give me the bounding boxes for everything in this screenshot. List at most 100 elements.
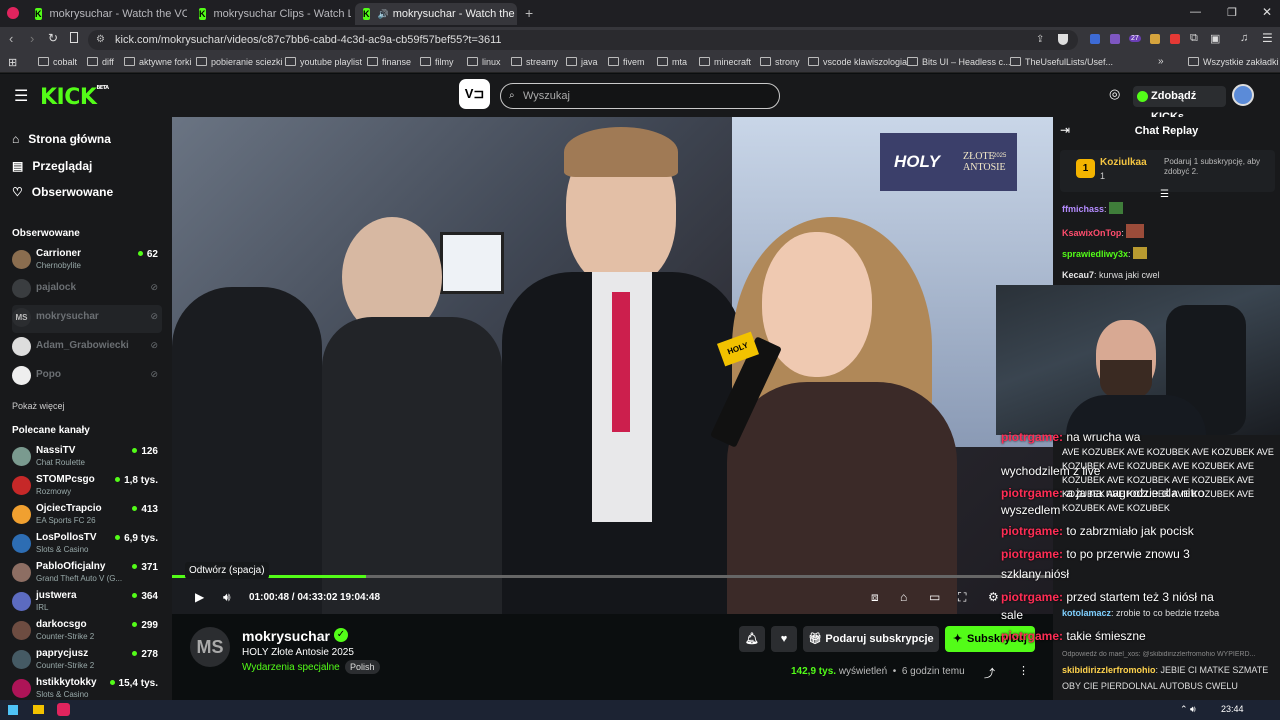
nav-browse[interactable]: ▤ Przeglądaj: [12, 159, 92, 173]
bookmark-item[interactable]: youtube playlist: [285, 57, 362, 67]
explorer-icon[interactable]: [33, 705, 44, 714]
search-input[interactable]: ⌕ Wyszukaj: [500, 83, 780, 109]
close-window-icon[interactable]: ✕: [1262, 5, 1272, 19]
bookmark-item[interactable]: fivem: [608, 57, 645, 67]
bookmark-item[interactable]: strony: [760, 57, 800, 67]
share-icon[interactable]: ⤴: [984, 665, 995, 681]
recommended-channel[interactable]: LosPollosTV Slots & Casino 6,9 tys.: [12, 531, 162, 559]
more-bookmarks-icon[interactable]: »: [1158, 56, 1164, 67]
bookmark-item[interactable]: vscode klawiszologia: [808, 57, 907, 67]
settings-icon[interactable]: ⚙: [988, 590, 999, 604]
url-field[interactable]: ⚙ kick.com/mokrysuchar/videos/c87c7bb6-c…: [88, 30, 1078, 50]
site-settings-icon[interactable]: ⚙: [96, 30, 105, 50]
avatar[interactable]: [1232, 84, 1254, 106]
bookmark-item[interactable]: java: [566, 57, 598, 67]
clip-icon[interactable]: ⧈: [871, 590, 879, 605]
reload-icon[interactable]: ↻: [48, 31, 58, 45]
extension-icon[interactable]: [1170, 34, 1180, 44]
follow-button[interactable]: ♥: [771, 626, 797, 652]
tray-icons[interactable]: ⌃ 🔊︎: [1180, 704, 1196, 715]
all-bookmarks[interactable]: Wszystkie zakładki: [1188, 57, 1279, 67]
bookmark-item[interactable]: Bits UI – Headless c...: [907, 57, 1011, 67]
chat-username[interactable]: kotolamacz: [1062, 608, 1111, 618]
notifications-icon[interactable]: ◎: [1109, 86, 1120, 102]
browser-tab-2[interactable]: K mokrysuchar Clips - Watch Live on Ki: [191, 3, 351, 25]
browser-menu-icon[interactable]: ☰: [1262, 31, 1273, 45]
followed-channel-selected[interactable]: MS mokrysuchar ⊘: [12, 305, 162, 333]
bookmark-page-icon[interactable]: [70, 32, 78, 43]
play-icon[interactable]: ▶: [195, 590, 204, 604]
chat-username[interactable]: sprawiedliwy3x: [1062, 249, 1128, 259]
bookmark-item[interactable]: filmy: [420, 57, 454, 67]
extension-badge[interactable]: 27: [1129, 35, 1141, 42]
start-icon[interactable]: [8, 705, 18, 715]
channel-name[interactable]: mokrysuchar: [242, 628, 330, 644]
bookmark-item[interactable]: aktywne forki: [124, 57, 192, 67]
extension-icon[interactable]: [1150, 34, 1160, 44]
minimize-icon[interactable]: —: [1190, 6, 1201, 18]
chat-username[interactable]: KsawixOnTop: [1062, 228, 1121, 238]
chat-message[interactable]: ffmichass:: [1062, 202, 1124, 214]
sidebar-icon[interactable]: ▣: [1210, 32, 1220, 45]
recommended-channel[interactable]: PabloOficjalny Grand Theft Auto V (G... 37…: [12, 560, 162, 588]
recommended-channel[interactable]: STOMPcsgo Rozmowy 1,8 tys.: [12, 473, 162, 501]
bookmark-item[interactable]: minecraft: [699, 57, 751, 67]
video-category[interactable]: Wydarzenia specjalne: [242, 662, 340, 673]
recommended-channel[interactable]: paprycjusz Counter-Strike 2 278: [12, 647, 162, 675]
browser-menu-icon[interactable]: [7, 7, 19, 19]
vod-icon[interactable]: V⊐: [459, 79, 490, 109]
bookmark-item[interactable]: mta: [657, 57, 687, 67]
chat-message[interactable]: skibidirizzlerfromohio: JEBIE CI MATKE S…: [1062, 665, 1268, 675]
followed-channel[interactable]: pajalock ⊘: [12, 276, 162, 304]
bookmark-item[interactable]: streamy: [511, 57, 558, 67]
recommended-channel[interactable]: NassiTV Chat Roulette 126: [12, 444, 162, 472]
chat-message[interactable]: sprawiedliwy3x:: [1062, 247, 1148, 259]
get-kicks-button[interactable]: Zdobądź KICKs: [1133, 86, 1226, 123]
more-options-icon[interactable]: ⋮: [1018, 664, 1029, 677]
kick-logo[interactable]: KICKBETA: [40, 85, 109, 110]
bookmark-item[interactable]: pobieranie sciezki: [196, 57, 283, 67]
back-icon[interactable]: ‹: [9, 31, 13, 46]
volume-icon[interactable]: 🔊︎: [223, 590, 231, 605]
followed-channel[interactable]: Carrioner Chernobylite 62: [12, 247, 162, 275]
chat-message[interactable]: kotolamacz: zrobie to co bedzie trzeba: [1062, 608, 1219, 618]
notifications-button[interactable]: 🔔︎: [739, 626, 765, 652]
chat-filter-icon[interactable]: ☰: [1160, 189, 1169, 200]
restore-icon[interactable]: ❐: [1227, 6, 1237, 19]
menu-icon[interactable]: ☰: [14, 86, 28, 106]
chat-message[interactable]: Kecau7: kurwa jaki cwel: [1062, 270, 1160, 280]
browser-tab-3[interactable]: K 🔊 mokrysuchar - Watch the VO ✕: [355, 3, 517, 25]
chat-message[interactable]: KsawixOnTop:: [1062, 224, 1145, 238]
extensions-icon[interactable]: ⧉: [1190, 32, 1198, 45]
bookmark-item[interactable]: cobalt: [38, 57, 77, 67]
media-icon[interactable]: ♫: [1240, 32, 1248, 44]
channel-avatar-large[interactable]: MS: [190, 627, 230, 667]
top-gifter-card[interactable]: 1 Koziulkaa 1 Podaruj 1 subskrypcję, aby…: [1060, 150, 1275, 192]
theater-mode-icon[interactable]: ⌂: [900, 590, 907, 604]
audio-icon[interactable]: 🔊: [378, 9, 389, 20]
browser-tab-1[interactable]: K mokrysuchar - Watch the VOD on Ki: [27, 3, 187, 25]
bookmark-item[interactable]: TheUsefulLists/Usef...: [1010, 57, 1113, 67]
bookmark-item[interactable]: finanse: [367, 57, 411, 67]
recommended-channel[interactable]: justwera IRL 364: [12, 589, 162, 617]
extension-icon[interactable]: [1090, 34, 1100, 44]
mini-player-icon[interactable]: ▭: [929, 590, 940, 604]
fullscreen-icon[interactable]: ⛶: [958, 590, 966, 605]
shield-icon[interactable]: [1058, 34, 1068, 45]
apps-icon[interactable]: ⊞: [8, 56, 17, 69]
new-tab-icon[interactable]: +: [525, 5, 533, 21]
share-icon[interactable]: ⇪: [1036, 30, 1044, 50]
browser-taskbar-icon[interactable]: [57, 703, 70, 716]
show-more-link[interactable]: Pokaż więcej: [12, 401, 65, 411]
chat-username[interactable]: skibidirizzlerfromohio: [1062, 665, 1156, 675]
language-tag[interactable]: Polish: [345, 660, 380, 674]
followed-channel[interactable]: Popo ⊘: [12, 363, 162, 391]
recommended-channel[interactable]: darkocsgo Counter-Strike 2 299: [12, 618, 162, 646]
nav-home[interactable]: ⌂ Strona główna: [12, 132, 111, 146]
nav-following[interactable]: ♡ Obserwowane: [12, 185, 113, 199]
chat-username[interactable]: ffmichass: [1062, 204, 1104, 214]
bookmark-item[interactable]: diff: [87, 57, 114, 67]
bookmark-item[interactable]: linux: [467, 57, 501, 67]
extension-icon[interactable]: [1110, 34, 1120, 44]
chat-username[interactable]: Kecau7: [1062, 270, 1094, 280]
